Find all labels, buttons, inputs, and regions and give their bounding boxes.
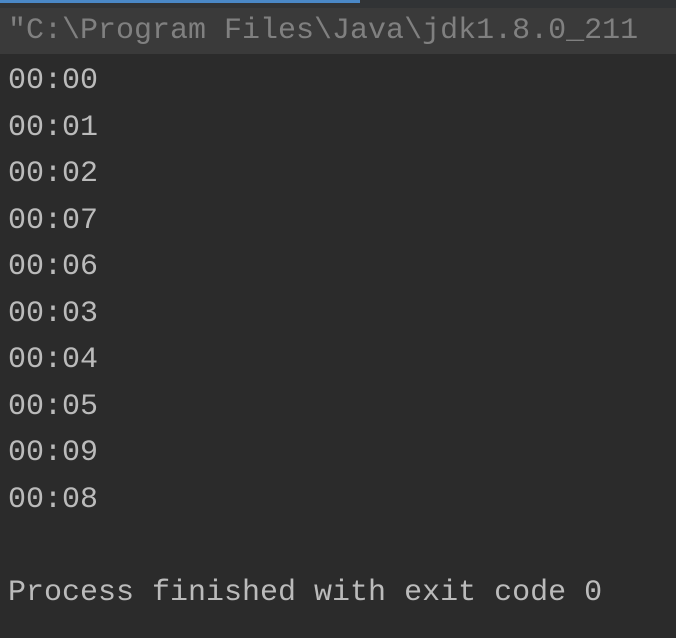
output-line: 00:02 bbox=[8, 151, 668, 198]
output-line: 00:03 bbox=[8, 291, 668, 338]
output-line: 00:07 bbox=[8, 198, 668, 245]
exit-message: Process finished with exit code 0 bbox=[8, 570, 668, 617]
console-output: 00:00 00:01 00:02 00:07 00:06 00:03 00:0… bbox=[0, 54, 676, 620]
output-line: 00:05 bbox=[8, 384, 668, 431]
top-border bbox=[0, 0, 676, 8]
output-line: 00:08 bbox=[8, 477, 668, 524]
output-line: 00:04 bbox=[8, 337, 668, 384]
blank-line bbox=[8, 523, 668, 570]
output-line: 00:00 bbox=[8, 58, 668, 105]
command-line: "C:\Program Files\Java\jdk1.8.0_211 bbox=[0, 8, 676, 54]
output-line: 00:09 bbox=[8, 430, 668, 477]
output-line: 00:06 bbox=[8, 244, 668, 291]
output-line: 00:01 bbox=[8, 105, 668, 152]
